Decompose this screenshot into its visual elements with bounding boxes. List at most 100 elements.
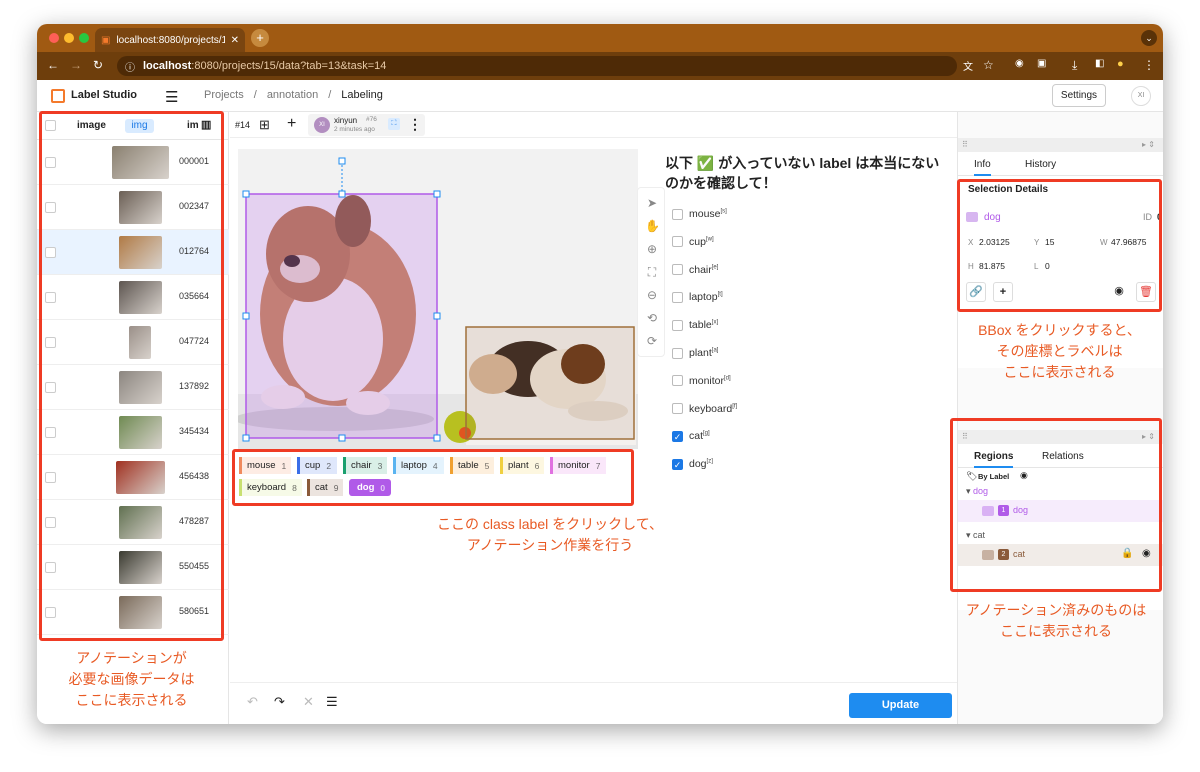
zoom-out-icon[interactable]: ⊖: [645, 288, 659, 302]
reload-icon[interactable]: ↻: [93, 58, 103, 72]
translate-icon[interactable]: 文: [963, 58, 973, 73]
extension-shield-icon[interactable]: ◉: [1015, 58, 1024, 69]
annotator-name: xinyun: [334, 116, 358, 125]
address-bar-row: ← → ↻ ⓘ localhost:8080/projects/15/data?…: [37, 52, 1163, 80]
choice-cat[interactable]: ✓ cat[g]: [672, 430, 710, 442]
tab-info[interactable]: Info: [974, 159, 991, 176]
add-annotation-icon[interactable]: +: [287, 115, 296, 133]
choice-label: chair[e]: [689, 264, 718, 276]
hotkey-hint: [g]: [703, 430, 710, 437]
breadcrumb-projects[interactable]: Projects: [204, 89, 244, 101]
hotkey-hint: [e]: [711, 264, 719, 271]
new-tab-button[interactable]: +: [251, 29, 269, 47]
checkbox[interactable]: [672, 403, 683, 415]
choice-text: keyboard: [689, 402, 733, 415]
reset-icon[interactable]: ✕: [303, 694, 314, 710]
close-tab-icon[interactable]: ✕: [231, 35, 239, 46]
choice-label: table[x]: [689, 319, 718, 331]
choice-text: cat: [689, 430, 704, 443]
highlight-task-list: [39, 111, 224, 641]
minimize-window-button[interactable]: [64, 33, 74, 43]
select-tool-icon[interactable]: ➤: [645, 196, 659, 210]
breadcrumb-separator: /: [328, 89, 332, 101]
fit-image-icon[interactable]: ⛶: [645, 265, 659, 279]
callout-regions: アノテーション済みのものは ここに表示される: [965, 602, 1147, 639]
user-avatar[interactable]: XI: [1131, 86, 1151, 106]
labeling-workspace: #14 ⊞ + XI xinyun #76 2 minutes ago ⛶ ⋮: [230, 112, 957, 724]
checkbox[interactable]: [672, 264, 683, 276]
checkbox[interactable]: [672, 208, 683, 220]
browser-tab[interactable]: ▣ localhost:8080/projects/15/da ✕: [95, 28, 245, 52]
instruction-text: 以下 ✅ が入っていない label は本当にないのかを確認して！: [665, 155, 940, 191]
undo-icon[interactable]: ↶: [247, 694, 258, 710]
annotation-time: 2 minutes ago: [334, 126, 375, 133]
checkbox[interactable]: [672, 347, 683, 359]
tab-history[interactable]: History: [1025, 159, 1056, 170]
settings-button[interactable]: Settings: [1052, 84, 1106, 107]
prediction-icon[interactable]: ⛶: [388, 118, 400, 130]
site-info-icon[interactable]: ⓘ: [125, 59, 135, 74]
choice-plant[interactable]: plant[a]: [672, 347, 718, 359]
hotkey-hint: [a]: [711, 347, 719, 354]
choice-table[interactable]: table[x]: [672, 319, 718, 331]
app-name: Label Studio: [71, 89, 137, 101]
choice-label: mouse[s]: [689, 208, 727, 220]
rotate-right-icon[interactable]: ⟳: [645, 334, 659, 348]
checked-checkbox-icon[interactable]: ✓: [672, 430, 683, 442]
info-tabs: Info History: [958, 152, 1163, 176]
hotkey-hint: [z]: [706, 458, 713, 465]
callout-bbox: BBox をクリックすると、 その座標とラベルは ここに表示される: [978, 322, 1141, 380]
tab-strip: ▣ localhost:8080/projects/15/da ✕ + ⌄: [37, 24, 1163, 52]
maximize-window-button[interactable]: [79, 33, 89, 43]
highlight-selection-details: [957, 179, 1162, 312]
choice-mouse[interactable]: mouse[s]: [672, 208, 727, 220]
choice-laptop[interactable]: laptop[t]: [672, 291, 723, 303]
download-icon[interactable]: ⤓: [1072, 58, 1077, 73]
choice-text: laptop: [689, 291, 718, 304]
choice-dog[interactable]: ✓ dog[z]: [672, 458, 713, 470]
choice-chair[interactable]: chair[e]: [672, 264, 718, 276]
choice-text: dog: [689, 458, 707, 471]
update-button[interactable]: Update: [849, 693, 952, 718]
choice-label: laptop[t]: [689, 291, 723, 303]
choice-keyboard[interactable]: keyboard[f]: [672, 403, 737, 415]
side-panel-icon[interactable]: ◧: [1095, 58, 1104, 69]
redo-icon[interactable]: ↷: [274, 694, 285, 710]
image-canvas[interactable]: [234, 149, 638, 449]
hotkey-hint: [d]: [724, 375, 731, 382]
labeled-image[interactable]: [234, 149, 638, 449]
zoom-in-icon[interactable]: ⊕: [645, 242, 659, 256]
checkbox[interactable]: [672, 291, 683, 303]
bookmark-star-icon[interactable]: ☆: [983, 58, 994, 72]
annotation-toolbar: #14 ⊞ + XI xinyun #76 2 minutes ago ⛶ ⋮: [230, 112, 957, 138]
settings-sliders-icon[interactable]: ☰: [326, 694, 338, 710]
grid-view-icon[interactable]: ⊞: [259, 117, 270, 133]
hotkey-hint: [w]: [705, 236, 714, 243]
hotkey-hint: [x]: [711, 319, 719, 326]
choice-monitor[interactable]: monitor[d]: [672, 375, 731, 387]
checkbox[interactable]: [672, 236, 683, 248]
profile-avatar-icon[interactable]: ●: [1117, 58, 1124, 70]
checkbox[interactable]: [672, 375, 683, 387]
choice-label: plant[a]: [689, 347, 718, 359]
more-options-icon[interactable]: ⋮: [408, 116, 422, 133]
hamburger-menu-icon[interactable]: ☰: [165, 88, 178, 106]
close-window-button[interactable]: [49, 33, 59, 43]
browser-menu-icon[interactable]: ⋮: [1143, 58, 1155, 72]
panel-drag-handle[interactable]: ⠿ ▸ ⇕: [958, 138, 1163, 152]
choice-text: chair: [689, 263, 712, 276]
choice-cup[interactable]: cup[w]: [672, 236, 714, 248]
checked-checkbox-icon[interactable]: ✓: [672, 458, 683, 470]
callout-label-buttons: ここの class label をクリックして、 アノテーション作業を行う: [436, 516, 664, 553]
url-field[interactable]: ⓘ localhost:8080/projects/15/data?tab=13…: [117, 56, 957, 76]
pan-tool-icon[interactable]: ✋: [645, 219, 660, 233]
rotate-left-icon[interactable]: ⟲: [645, 311, 659, 325]
checkbox[interactable]: [672, 319, 683, 331]
breadcrumb-project[interactable]: annotation: [267, 89, 318, 101]
url-host: localhost: [143, 60, 192, 72]
tab-search-icon[interactable]: ⌄: [1141, 30, 1157, 46]
forward-icon[interactable]: →: [70, 58, 82, 72]
callout-task-list: アノテーションが 必要な画像データは ここに表示される: [68, 650, 195, 708]
extensions-puzzle-icon[interactable]: ▣: [1037, 58, 1046, 69]
back-icon[interactable]: ←: [47, 58, 59, 72]
